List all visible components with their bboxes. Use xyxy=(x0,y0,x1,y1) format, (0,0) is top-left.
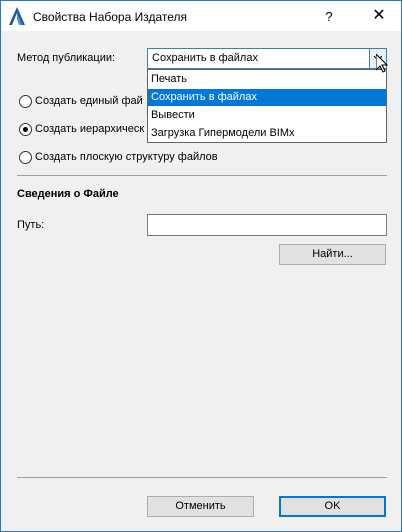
dropdown-option-save-files[interactable]: Сохранить в файлах xyxy=(148,89,386,106)
radio-label: Создать плоскую структуру файлов xyxy=(35,151,218,163)
archicad-logo-icon xyxy=(9,7,25,25)
radio-label: Создать иерархическ xyxy=(35,123,145,135)
publish-method-selected-value: Сохранить в файлах xyxy=(152,52,258,64)
path-input[interactable] xyxy=(147,214,387,236)
radio-button[interactable] xyxy=(19,95,32,108)
help-button[interactable]: ? xyxy=(319,7,339,27)
radio-label: Создать единый фай xyxy=(35,95,143,107)
title-bar[interactable]: Свойства Набора Издателя ? ✕ xyxy=(1,1,401,31)
mouse-pointer-icon xyxy=(375,52,389,76)
dropdown-option-bimx-upload[interactable]: Загрузка Гипермодели BIMx xyxy=(148,125,386,142)
window-title: Свойства Набора Издателя xyxy=(33,10,188,24)
divider xyxy=(17,175,387,176)
dropdown-option-print[interactable]: Печать xyxy=(148,71,386,88)
publish-method-dropdown-list: Печать Сохранить в файлах Вывести Загруз… xyxy=(147,69,387,143)
publisher-set-properties-dialog: Свойства Набора Издателя ? ✕ Метод публи… xyxy=(0,0,402,532)
path-label: Путь: xyxy=(17,219,45,231)
publish-method-select[interactable]: Сохранить в файлах xyxy=(147,48,387,69)
close-button[interactable]: ✕ xyxy=(365,5,393,27)
file-info-heading: Сведения о Файле xyxy=(17,188,119,200)
ok-button[interactable]: OK xyxy=(279,496,386,517)
publish-method-label: Метод публикации: xyxy=(17,52,116,64)
dropdown-option-output[interactable]: Вывести xyxy=(148,107,386,124)
browse-button[interactable]: Найти... xyxy=(279,244,386,265)
cancel-button[interactable]: Отменить xyxy=(147,496,254,517)
radio-button[interactable] xyxy=(19,151,32,164)
radio-button-checked[interactable] xyxy=(19,123,32,136)
divider xyxy=(17,477,387,478)
